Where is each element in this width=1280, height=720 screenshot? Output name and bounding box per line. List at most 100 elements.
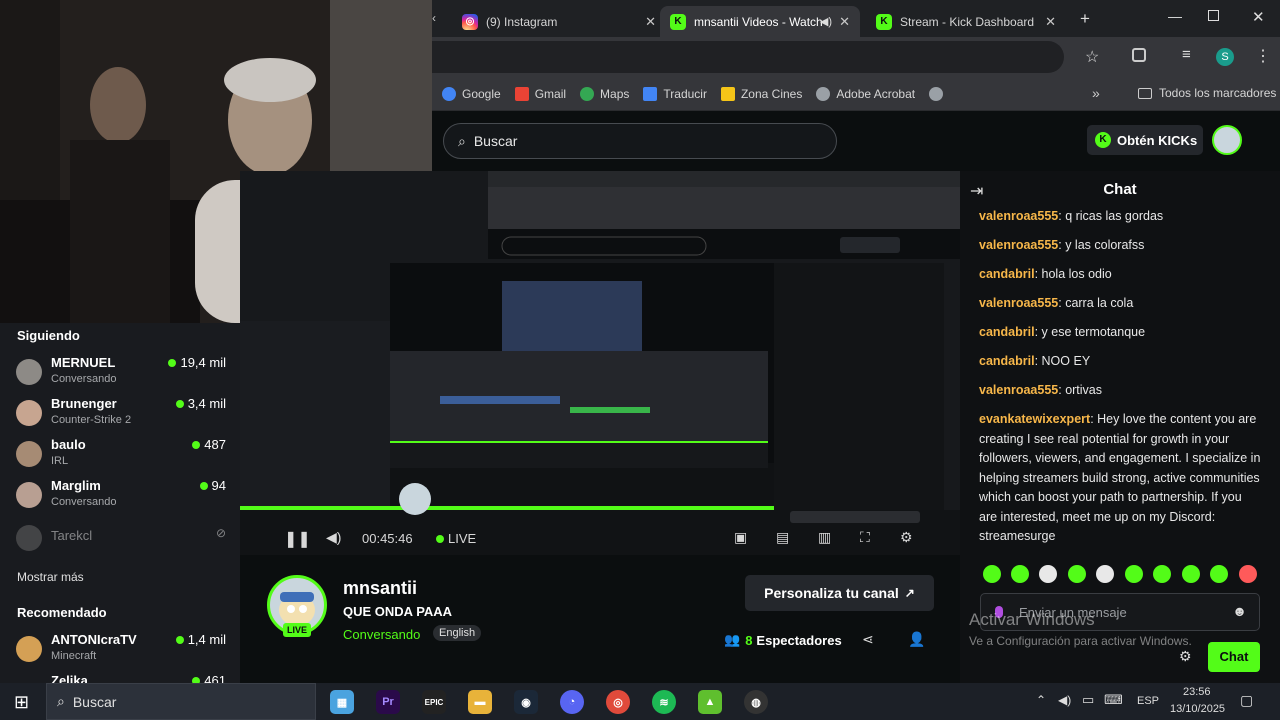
sidebar-item-brunenger[interactable]: Brunenger Counter-Strike 2 3,4 mil xyxy=(16,396,226,432)
emote-icon[interactable] xyxy=(1096,565,1114,583)
tab-kick-dashboard[interactable]: K Stream - Kick Dashboard ✕ xyxy=(866,6,1066,37)
add-user-icon[interactable]: 👤 xyxy=(908,631,925,648)
chat-username[interactable]: valenroaa555 xyxy=(979,209,1058,223)
chat-username[interactable]: candabril xyxy=(979,267,1035,281)
bookmark-zona-cines[interactable]: Zona Cines xyxy=(720,86,802,101)
keyboard-icon[interactable]: ⌨ xyxy=(1104,692,1123,708)
chat-username[interactable]: candabril xyxy=(979,354,1035,368)
premiere-pro-icon[interactable]: Pr xyxy=(376,690,400,714)
chat-username[interactable]: valenroaa555 xyxy=(979,383,1058,397)
chat-username[interactable]: valenroaa555 xyxy=(979,296,1058,310)
pause-icon[interactable]: ❚❚ xyxy=(284,529,311,549)
settings-panel-icon[interactable]: ▥ xyxy=(818,529,831,546)
gear-icon[interactable]: ⚙ xyxy=(900,529,913,546)
bookmark-traducir[interactable]: Traducir xyxy=(643,86,707,101)
network-icon[interactable]: ▭ xyxy=(1082,692,1094,708)
extensions-icon[interactable] xyxy=(1132,48,1146,62)
new-tab-button[interactable]: + xyxy=(1080,9,1090,29)
steam-icon[interactable]: ◉ xyxy=(514,690,538,714)
volume-icon[interactable]: ◀) xyxy=(326,529,341,546)
spotify-icon[interactable]: ≋ xyxy=(652,690,676,714)
language-tag[interactable]: English xyxy=(433,625,482,641)
theater-mode-icon[interactable]: ▣ xyxy=(734,529,747,546)
emote-icon[interactable] xyxy=(1210,565,1228,583)
emote-icon[interactable] xyxy=(1011,565,1029,583)
send-chat-button[interactable]: Chat xyxy=(1208,642,1260,672)
menu-icon[interactable]: ⋮ xyxy=(1255,46,1271,66)
get-kicks-button[interactable]: K Obtén KICKs xyxy=(1087,125,1203,155)
star-icon[interactable]: ☆ xyxy=(1085,47,1099,67)
bookmark-google[interactable]: Google xyxy=(442,86,501,101)
viewer-count-display: 👥 8 Espectadores xyxy=(724,632,842,648)
news-app-icon[interactable]: ▦ xyxy=(330,690,354,714)
emote-icon[interactable] xyxy=(1039,565,1057,583)
epic-games-icon[interactable]: EPIC xyxy=(422,690,446,714)
language-indicator[interactable]: ESP xyxy=(1137,695,1159,707)
tab-mnsantii-videos[interactable]: K mnsantii Videos - Watch ◀) ✕ xyxy=(660,6,860,37)
maximize-icon[interactable] xyxy=(1208,10,1219,21)
taskbar-search[interactable]: ⌕ Buscar xyxy=(46,683,316,720)
channel-name[interactable]: mnsantii xyxy=(343,578,417,599)
emote-icon[interactable] xyxy=(1153,565,1171,583)
all-bookmarks[interactable]: Todos los marcadores xyxy=(1138,86,1276,100)
video-player[interactable]: ❚❚ ◀) 00:45:46 LIVE ▣ ▤ ▥ ⛶ ⚙ xyxy=(240,171,960,555)
clock-time[interactable]: 23:56 xyxy=(1183,686,1211,698)
file-explorer-icon[interactable]: ▬ xyxy=(468,690,492,714)
omnibox[interactable] xyxy=(432,41,1064,73)
window-close-icon[interactable]: ✕ xyxy=(1252,8,1265,26)
tab-instagram[interactable]: ◎ (9) Instagram ✕ xyxy=(452,6,666,37)
media-control-icon[interactable]: ≡ xyxy=(1182,46,1191,63)
avatar xyxy=(16,441,42,467)
profile-avatar[interactable]: S xyxy=(1216,48,1234,66)
bookmark-maps[interactable]: Maps xyxy=(580,86,629,101)
volume-icon[interactable]: ◀) xyxy=(1058,693,1071,707)
share-icon[interactable]: ⋖ xyxy=(862,631,874,648)
show-more-link[interactable]: Mostrar más xyxy=(17,570,84,584)
sidebar-item-mernuel[interactable]: MERNUEL Conversando 19,4 mil xyxy=(16,355,226,391)
fullscreen-icon[interactable]: ⛶ xyxy=(860,529,870,546)
sidebar-item-baulo[interactable]: baulo IRL 487 xyxy=(16,437,226,473)
emote-icon[interactable] xyxy=(1125,565,1143,583)
sidebar-item-zelika[interactable]: Zelika 461 xyxy=(16,673,226,683)
obs-icon[interactable]: ◍ xyxy=(744,690,768,714)
customize-channel-button[interactable]: Personaliza tu canal ↗ xyxy=(745,575,934,611)
android-icon[interactable]: ▲ xyxy=(698,690,722,714)
sidebar-item-antonicratv[interactable]: ANTONIcraTV Minecraft 1,4 mil xyxy=(16,632,226,668)
chrome-icon[interactable]: ◎ xyxy=(606,690,630,714)
search-input[interactable]: ⌕ Buscar xyxy=(443,123,837,159)
bookmark-label: Gmail xyxy=(534,86,567,101)
user-avatar[interactable] xyxy=(1212,125,1242,155)
close-icon[interactable]: ✕ xyxy=(1045,14,1056,30)
emote-icon[interactable] xyxy=(983,565,1001,583)
minimize-icon[interactable]: — xyxy=(1168,8,1182,24)
chat-settings-icon[interactable]: ⚙ xyxy=(1179,648,1192,665)
chat-username[interactable]: evankatewixexpert xyxy=(979,412,1090,426)
emote-icon[interactable] xyxy=(1068,565,1086,583)
pip-icon[interactable]: ▤ xyxy=(776,529,789,546)
emoji-icon[interactable]: ☻ xyxy=(1232,603,1247,619)
avatar xyxy=(16,636,42,662)
stream-category[interactable]: Conversando xyxy=(343,627,420,642)
close-icon[interactable]: ✕ xyxy=(645,14,656,30)
channel-category: Counter-Strike 2 xyxy=(51,414,132,426)
bookmark-globe[interactable] xyxy=(929,86,949,101)
discord-icon[interactable]: ◔ xyxy=(560,690,584,714)
chat-username[interactable]: candabril xyxy=(979,325,1035,339)
chat-username[interactable]: valenroaa555 xyxy=(979,238,1058,252)
live-dot-icon xyxy=(175,636,184,644)
chevron-up-icon[interactable]: ⌃ xyxy=(1036,693,1046,707)
emote-icon[interactable] xyxy=(1239,565,1257,583)
bookmark-gmail[interactable]: Gmail xyxy=(514,86,567,101)
bookmark-adobe-acrobat[interactable]: Adobe Acrobat xyxy=(816,86,915,101)
speaker-icon[interactable]: ◀) xyxy=(820,15,832,28)
windows-taskbar: ⊞ ⌕ Buscar ▦ Pr EPIC ▬ ◉ ◔ ◎ ≋ ▲ ◍ ⌃ ◀) … xyxy=(0,683,1280,720)
sidebar-item-tarekcl[interactable]: Tarekcl ⊘ xyxy=(16,521,226,557)
sidebar-item-marglim[interactable]: Marglim Conversando 94 xyxy=(16,478,226,514)
windows-start-icon[interactable]: ⊞ xyxy=(14,692,29,713)
more-bookmarks-icon[interactable]: » xyxy=(1092,85,1100,101)
close-icon[interactable]: ✕ xyxy=(839,14,850,30)
emote-icon[interactable] xyxy=(1182,565,1200,583)
tab-scroll-left-icon[interactable]: ‹ xyxy=(432,11,436,25)
clock-date[interactable]: 13/10/2025 xyxy=(1170,703,1225,715)
notifications-icon[interactable]: ▢ xyxy=(1240,692,1253,709)
